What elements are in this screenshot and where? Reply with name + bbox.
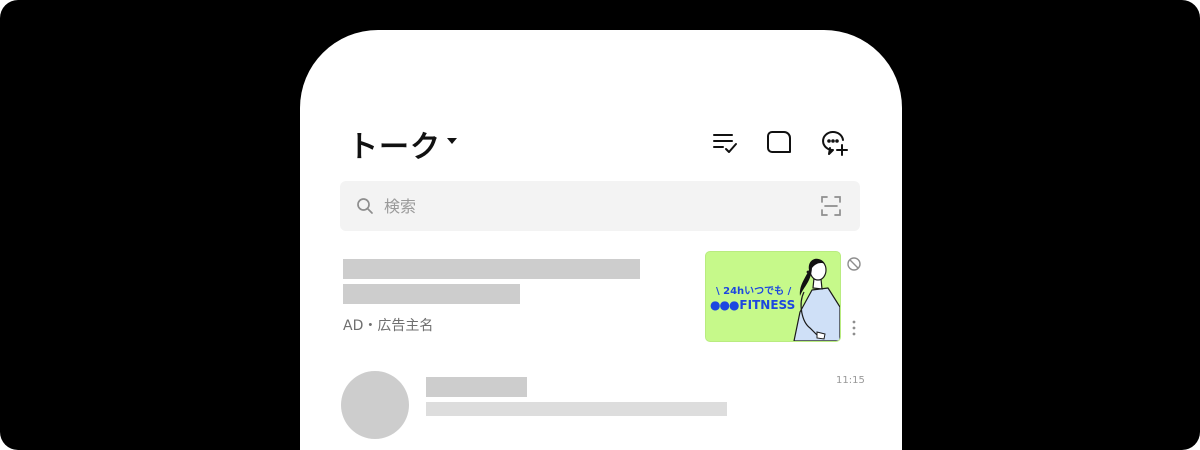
- caret-down-icon[interactable]: [447, 138, 457, 144]
- chat-preview-placeholder: [426, 402, 727, 416]
- chat-timestamp: 11:15: [836, 375, 865, 386]
- chat-bubble-icon[interactable]: [765, 128, 795, 158]
- search-icon: [357, 198, 373, 214]
- search-input[interactable]: [384, 191, 784, 221]
- ad-subtitle-placeholder: [343, 284, 520, 304]
- phone-screen: トーク 検索 AD・広告主名 \ 24hいつでも / ●●●FITNESS 11…: [300, 30, 902, 450]
- add-chat-icon[interactable]: [820, 128, 850, 158]
- runner-illustration: [793, 258, 840, 341]
- banner-brand-dots: ●●●: [710, 298, 739, 312]
- banner-brand: ●●●FITNESS: [710, 298, 795, 312]
- qr-scan-icon[interactable]: [820, 195, 842, 217]
- checklist-icon[interactable]: [710, 128, 740, 158]
- banner-tagline: \ 24hいつでも /: [716, 286, 792, 297]
- ad-advertiser-label: AD・広告主名: [343, 318, 434, 334]
- more-vertical-icon[interactable]: [846, 318, 862, 338]
- presentation-frame: トーク 検索 AD・広告主名 \ 24hいつでも / ●●●FITNESS 11…: [0, 0, 1200, 450]
- block-icon[interactable]: [846, 256, 862, 272]
- ad-banner-image[interactable]: \ 24hいつでも / ●●●FITNESS: [705, 251, 841, 342]
- avatar: [341, 371, 409, 439]
- banner-brand-name: FITNESS: [739, 298, 796, 312]
- chat-name-placeholder: [426, 377, 527, 397]
- ad-title-placeholder: [343, 259, 640, 279]
- search-bar[interactable]: [340, 181, 860, 231]
- page-title[interactable]: トーク: [348, 122, 441, 166]
